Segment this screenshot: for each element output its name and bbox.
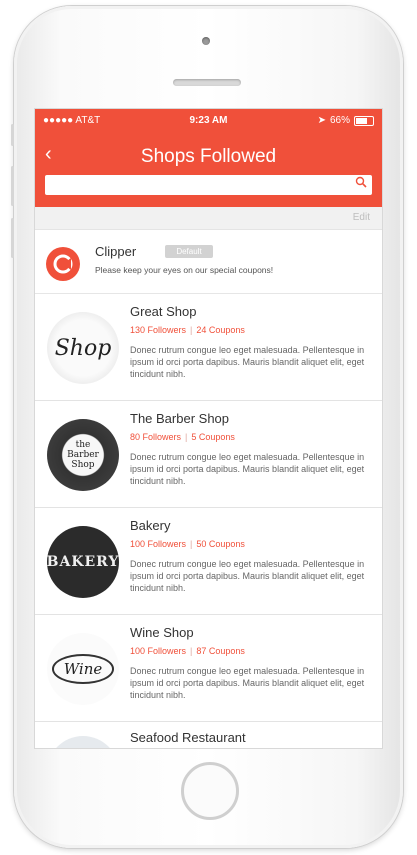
shop-stats: 100 Followers | 87 Coupons: [130, 646, 245, 656]
clipper-row[interactable]: Clipper Default Please keep your eyes on…: [35, 230, 382, 294]
shop-description: Donec rutrum congue leo eget malesuada. …: [130, 559, 365, 593]
edit-button[interactable]: Edit: [353, 212, 370, 223]
shop-row[interactable]: Wine Wine Shop 100 Followers | 87 Coupons …: [35, 615, 382, 722]
search-input[interactable]: [45, 175, 348, 195]
shop-name: Wine Shop: [130, 625, 194, 640]
shop-description: Donec rutrum congue leo eget malesuada. …: [130, 452, 365, 486]
earpiece-speaker: [173, 79, 241, 86]
search-icon[interactable]: [355, 176, 367, 188]
shop-name: The Barber Shop: [130, 411, 230, 426]
location-icon: ➤: [317, 115, 326, 126]
shop-name: Bakery: [130, 518, 171, 533]
followers-count: 80 Followers: [130, 432, 182, 442]
coupons-count: 50 Coupons: [196, 539, 245, 549]
search-field[interactable]: [45, 175, 372, 195]
shop-logo: BAKERY: [47, 526, 119, 598]
shop-row[interactable]: Seafood Restaurant: [35, 722, 382, 748]
home-button[interactable]: [181, 762, 239, 820]
shop-logo-text: the Barber Shop: [67, 440, 99, 470]
front-camera: [202, 37, 210, 45]
shop-logo: [47, 736, 119, 748]
coupons-count: 5 Coupons: [191, 432, 235, 442]
app-screen: ●●●●● AT&T 9:23 AM ➤ 66% ‹ Shops Followe…: [34, 108, 383, 749]
shop-row[interactable]: BAKERY Bakery 100 Followers | 50 Coupons D…: [35, 508, 382, 615]
shop-stats: 130 Followers | 24 Coupons: [130, 325, 245, 335]
clipper-logo-icon: [46, 247, 80, 281]
shop-name: Great Shop: [130, 304, 197, 319]
shop-logo-text: BAKERY: [47, 554, 119, 570]
shop-logo: the Barber Shop: [47, 419, 119, 491]
battery-icon: [354, 115, 374, 126]
volume-down-button: [11, 218, 14, 258]
volume-up-button: [11, 166, 14, 206]
shop-description: Donec rutrum congue leo eget malesuada. …: [130, 666, 365, 700]
page-title: Shops Followed: [140, 146, 277, 167]
shop-logo: Wine: [47, 633, 119, 705]
clipper-name: Clipper: [95, 244, 137, 259]
shop-logo-text: Shop: [54, 335, 112, 361]
shop-stats: 100 Followers | 50 Coupons: [130, 539, 245, 549]
clipper-message: Please keep your eyes on our special cou…: [95, 265, 274, 275]
coupons-count: 24 Coupons: [196, 325, 245, 335]
battery-indicator: ➤ 66%: [318, 115, 374, 126]
shop-row[interactable]: the Barber Shop The Barber Shop 80 Follo…: [35, 401, 382, 508]
followers-count: 100 Followers: [130, 646, 187, 656]
shop-name: Seafood Restaurant: [130, 730, 246, 745]
status-bar: ●●●●● AT&T 9:23 AM ➤ 66%: [35, 115, 382, 129]
followers-count: 130 Followers: [130, 325, 187, 335]
battery-percent: 66%: [329, 115, 350, 126]
mute-switch: [11, 124, 14, 146]
shop-row[interactable]: Shop Great Shop 130 Followers | 24 Coupons…: [35, 294, 382, 401]
shop-logo-text: Wine: [51, 654, 115, 684]
shop-description: Donec rutrum congue leo eget malesuada. …: [130, 345, 365, 379]
followers-count: 100 Followers: [130, 539, 187, 549]
default-badge: Default: [165, 245, 213, 258]
shop-logo: Shop: [47, 312, 119, 384]
app-header: ●●●●● AT&T 9:23 AM ➤ 66% ‹ Shops Followe…: [35, 109, 382, 207]
shop-stats: 80 Followers | 5 Coupons: [130, 432, 235, 442]
coupons-count: 87 Coupons: [196, 646, 245, 656]
edit-bar: Edit: [35, 207, 382, 230]
